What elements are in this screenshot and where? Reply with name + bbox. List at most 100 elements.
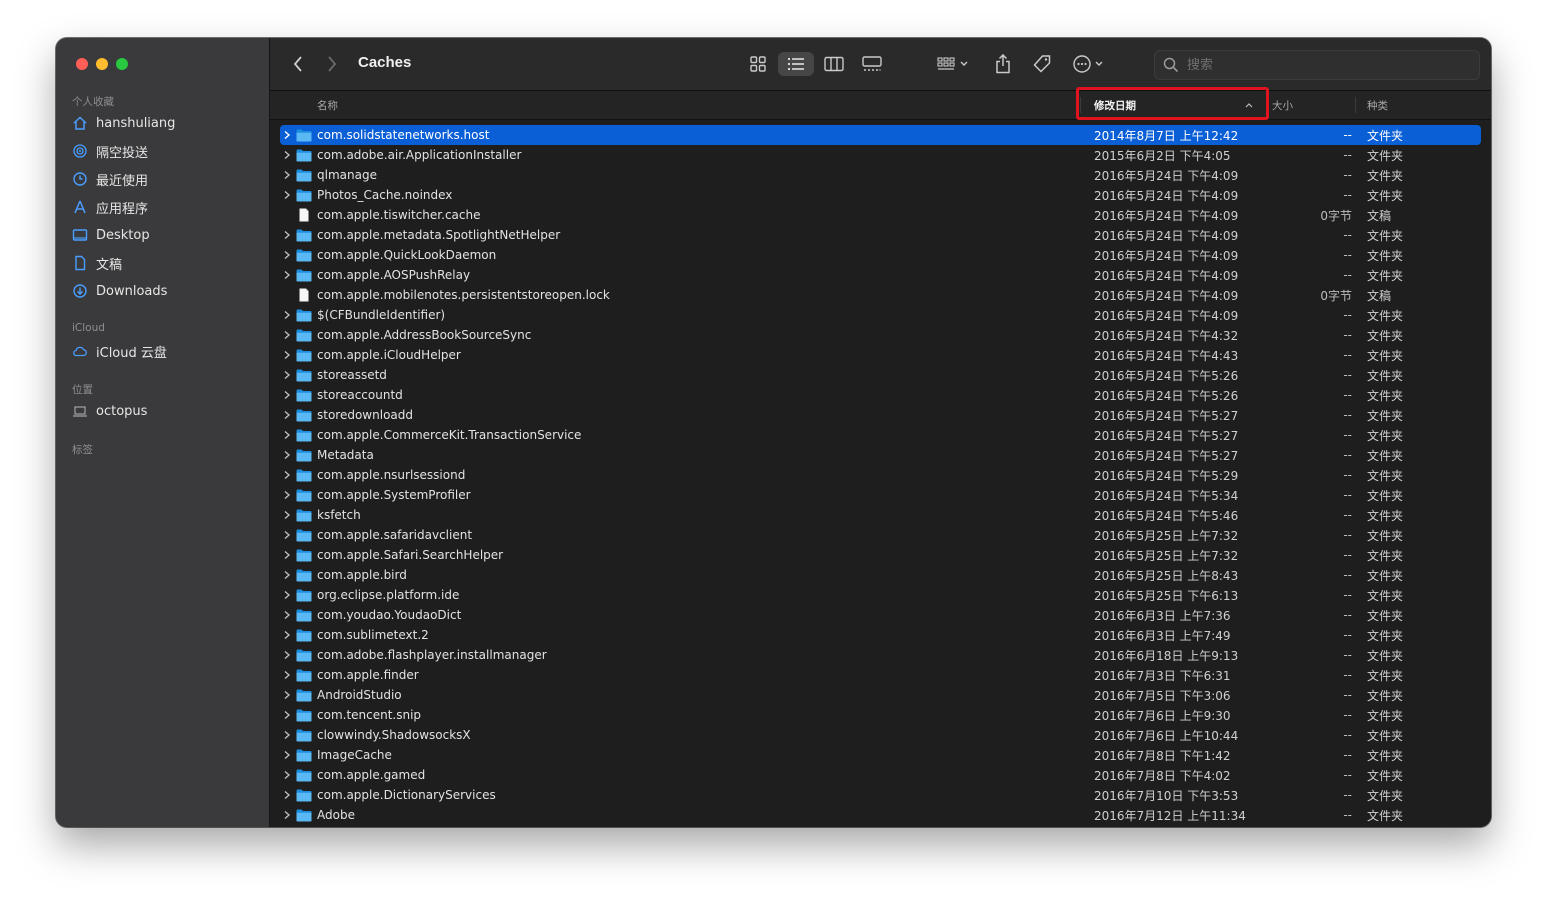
file-row[interactable]: com.apple.safaridavclient 2016年5月25日 上午7:… [280,525,1481,545]
file-row[interactable]: org.eclipse.platform.ide 2016年5月25日 下午6:1… [280,585,1481,605]
search-input[interactable] [1185,56,1449,74]
file-row[interactable]: com.solidstatenetworks.host 2014年8月7日 上午1… [280,125,1481,145]
disclosure-chevron-icon[interactable] [282,230,292,240]
disclosure-chevron-icon[interactable] [282,430,292,440]
sidebar-item-home[interactable]: hanshuliang [72,112,252,134]
icon-view-button[interactable] [744,52,772,76]
sidebar-item-applications[interactable]: 应用程序 [72,196,252,218]
disclosure-chevron-icon[interactable] [282,330,292,340]
file-row[interactable]: $(CFBundleIdentifier) 2016年5月24日 下午4:09 --… [280,305,1481,325]
disclosure-chevron-icon[interactable] [282,770,292,780]
disclosure-chevron-icon[interactable] [282,590,292,600]
disclosure-chevron-icon[interactable] [282,370,292,380]
disclosure-chevron-icon[interactable] [282,730,292,740]
tag-button[interactable] [1030,52,1054,76]
column-divider[interactable] [1080,97,1081,113]
disclosure-chevron-icon[interactable] [282,170,292,180]
file-row[interactable]: com.apple.mobilenotes.persistentstoreope… [280,285,1481,305]
file-row[interactable]: com.apple.metadata.SpotlightNetHelper 201… [280,225,1481,245]
file-row[interactable]: com.youdao.YoudaoDict 2016年6月3日 上午7:36 -- 文… [280,605,1481,625]
share-button[interactable] [992,52,1014,76]
sidebar-item-desktop[interactable]: Desktop [72,224,252,246]
file-row[interactable]: Metadata 2016年5月24日 下午5:27 -- 文件夹 [280,445,1481,465]
disclosure-chevron-icon[interactable] [282,250,292,260]
disclosure-chevron-icon[interactable] [282,390,292,400]
file-row[interactable]: com.apple.iCloudHelper 2016年5月24日 下午4:43 -… [280,345,1481,365]
minimize-button[interactable] [96,58,108,70]
disclosure-chevron-icon[interactable] [282,550,292,560]
file-row[interactable]: storeaccountd 2016年5月24日 下午5:26 -- 文件夹 [280,385,1481,405]
gallery-view-button[interactable] [858,52,886,76]
disclosure-chevron-icon[interactable] [282,790,292,800]
more-actions-button[interactable] [1070,52,1110,76]
disclosure-chevron-icon[interactable] [282,350,292,360]
disclosure-chevron-icon[interactable] [282,490,292,500]
file-row[interactable]: com.sublimetext.2 2016年6月3日 上午7:49 -- 文件夹 [280,625,1481,645]
file-row[interactable]: ImageCache 2016年7月8日 下午1:42 -- 文件夹 [280,745,1481,765]
column-name-header[interactable]: 名称 [317,91,338,119]
sidebar-item-downloads[interactable]: Downloads [72,280,252,302]
disclosure-chevron-icon[interactable] [282,410,292,420]
file-row[interactable]: com.apple.nsurlsessiond 2016年5月24日 下午5:29… [280,465,1481,485]
file-row[interactable]: com.apple.CommerceKit.TransactionService… [280,425,1481,445]
file-row[interactable]: com.apple.tiswitcher.cache 2016年5月24日 下午4… [280,205,1481,225]
group-button[interactable] [934,52,974,76]
disclosure-chevron-icon[interactable] [282,470,292,480]
disclosure-chevron-icon[interactable] [282,690,292,700]
file-row[interactable]: Photos_Cache.noindex 2016年5月24日 下午4:09 -- 文… [280,185,1481,205]
zoom-button[interactable] [116,58,128,70]
file-row[interactable]: com.apple.Safari.SearchHelper 2016年5月25日 … [280,545,1481,565]
column-view-button[interactable] [820,52,848,76]
sidebar-item-octopus[interactable]: octopus [72,400,252,422]
disclosure-chevron-icon[interactable] [282,750,292,760]
file-row[interactable]: com.apple.gamed 2016年7月8日 下午4:02 -- 文件夹 [280,765,1481,785]
disclosure-chevron-icon[interactable] [282,190,292,200]
file-row[interactable]: com.apple.QuickLookDaemon 2016年5月24日 下午4:… [280,245,1481,265]
disclosure-chevron-icon[interactable] [282,130,292,140]
list-view-button[interactable] [778,52,814,76]
file-row[interactable]: com.apple.bird 2016年5月25日 上午8:43 -- 文件夹 [280,565,1481,585]
disclosure-chevron-icon[interactable] [282,710,292,720]
file-row[interactable]: Adobe 2016年7月12日 上午11:34 -- 文件夹 [280,805,1481,825]
disclosure-chevron-icon[interactable] [282,810,292,820]
forward-button[interactable] [322,52,342,76]
file-row[interactable]: com.apple.AOSPushRelay 2016年5月24日 下午4:09 -… [280,265,1481,285]
file-row[interactable]: com.apple.SystemProfiler 2016年5月24日 下午5:3… [280,485,1481,505]
sidebar-item-icloud-drive[interactable]: iCloud 云盘 [72,340,252,362]
sidebar-item-recents[interactable]: 最近使用 [72,168,252,190]
file-row[interactable]: AndroidStudio 2016年7月5日 下午3:06 -- 文件夹 [280,685,1481,705]
file-row[interactable]: com.adobe.air.ApplicationInstaller 2015年6… [280,145,1481,165]
file-row[interactable]: qlmanage 2016年5月24日 下午4:09 -- 文件夹 [280,165,1481,185]
disclosure-chevron-icon[interactable] [282,630,292,640]
column-date-header[interactable]: 修改日期 [1094,91,1136,119]
column-divider[interactable] [1268,97,1269,113]
disclosure-chevron-icon[interactable] [282,310,292,320]
disclosure-chevron-icon[interactable] [282,270,292,280]
file-row[interactable]: storedownloadd 2016年5月24日 下午5:27 -- 文件夹 [280,405,1481,425]
file-row[interactable]: clowwindy.ShadowsocksX 2016年7月6日 上午10:44 -… [280,725,1481,745]
disclosure-chevron-icon[interactable] [282,530,292,540]
disclosure-chevron-icon[interactable] [282,450,292,460]
file-row[interactable]: com.apple.DictionaryServices 2016年7月10日 下… [280,785,1481,805]
file-row[interactable]: com.adobe.flashplayer.installmanager 2016… [280,645,1481,665]
search-field[interactable] [1154,50,1480,80]
sidebar-item-airdrop[interactable]: 隔空投送 [72,140,252,162]
close-button[interactable] [76,58,88,70]
file-row[interactable]: com.apple.AddressBookSourceSync 2016年5月24… [280,325,1481,345]
disclosure-chevron-icon[interactable] [282,670,292,680]
disclosure-chevron-icon[interactable] [282,610,292,620]
disclosure-chevron-icon[interactable] [282,150,292,160]
file-kind: 文件夹 [1367,368,1404,383]
column-size-header[interactable]: 大小 [1272,91,1293,119]
file-row[interactable]: com.apple.finder 2016年7月3日 下午6:31 -- 文件夹 [280,665,1481,685]
sidebar-item-documents[interactable]: 文稿 [72,252,252,274]
back-button[interactable] [288,52,308,76]
disclosure-chevron-icon[interactable] [282,510,292,520]
file-row[interactable]: ksfetch 2016年5月24日 下午5:46 -- 文件夹 [280,505,1481,525]
disclosure-chevron-icon[interactable] [282,570,292,580]
disclosure-chevron-icon[interactable] [282,650,292,660]
column-kind-header[interactable]: 种类 [1367,91,1388,119]
file-row[interactable]: storeassetd 2016年5月24日 下午5:26 -- 文件夹 [280,365,1481,385]
file-row[interactable]: com.tencent.snip 2016年7月6日 上午9:30 -- 文件夹 [280,705,1481,725]
column-divider[interactable] [1355,97,1356,113]
